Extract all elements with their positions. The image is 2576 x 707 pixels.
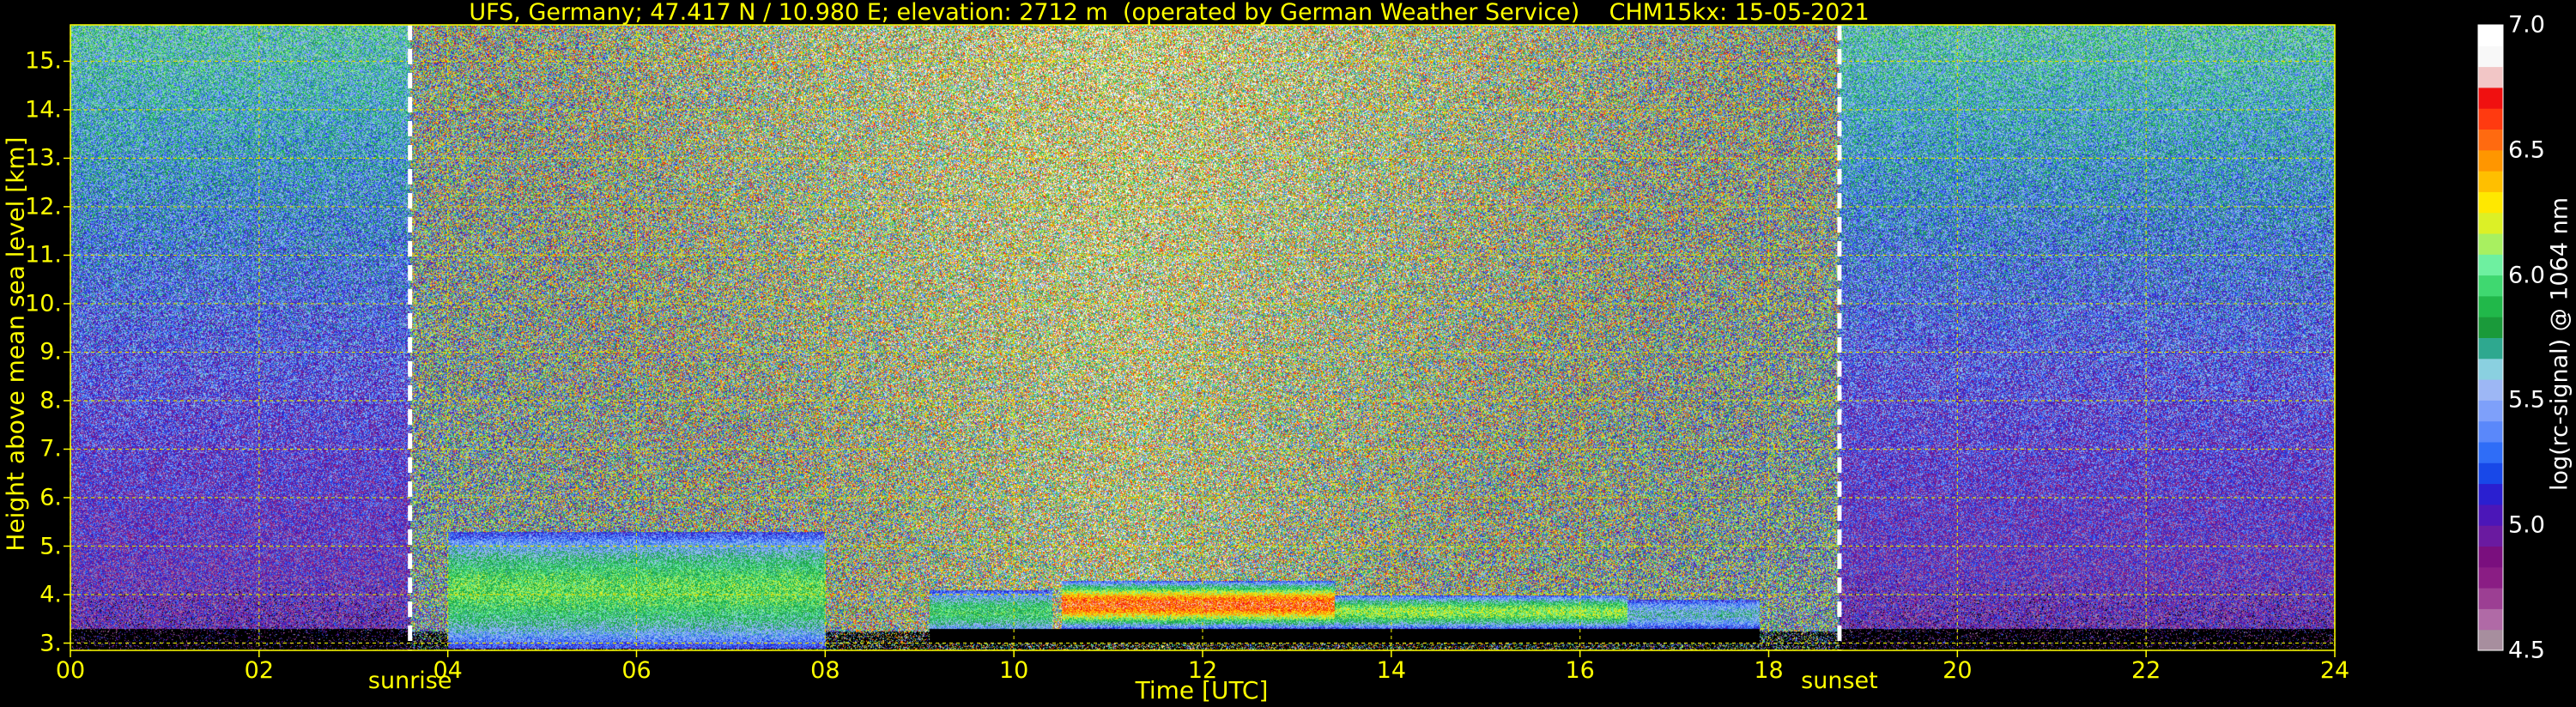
colorbar-segment xyxy=(2478,254,2503,276)
colorbar-label: log(rc-signal) @ 1064 nm xyxy=(2546,196,2573,492)
colorbar-segment xyxy=(2478,171,2503,192)
y-tick-label: 6. xyxy=(39,484,62,511)
colorbar-segment xyxy=(2478,608,2503,631)
y-tick-label: 9. xyxy=(39,338,62,366)
y-tick-label: 14. xyxy=(25,96,62,124)
colorbar-tick-label: 5.0 xyxy=(2508,511,2545,539)
colorbar-segment xyxy=(2478,129,2503,151)
y-tick-label: 8. xyxy=(39,387,62,414)
colorbar-segment xyxy=(2478,525,2503,547)
y-tick-label: 3. xyxy=(39,630,62,657)
colorbar-segment xyxy=(2478,400,2503,422)
colorbar-tick-label: 5.5 xyxy=(2508,386,2545,414)
colorbar-segment xyxy=(2478,546,2503,568)
x-tick-label: 24 xyxy=(2319,657,2350,684)
y-tick-label: 13. xyxy=(25,144,62,172)
colorbar-segment xyxy=(2478,295,2503,317)
colorbar-segment xyxy=(2478,108,2503,130)
colorbar-segment xyxy=(2478,337,2503,360)
y-tick-label: 5. xyxy=(39,533,62,559)
x-tick-label: 02 xyxy=(244,657,275,684)
colorbar-segment xyxy=(2478,212,2503,234)
ceilometer-figure: UFS, Germany; 47.417 N / 10.980 E; eleva… xyxy=(0,0,2576,707)
y-tick-label: 12. xyxy=(25,193,62,221)
colorbar-segment xyxy=(2478,462,2503,485)
colorbar-segment xyxy=(2478,379,2503,401)
overlay-svg xyxy=(64,24,2504,657)
colorbar-segment xyxy=(2478,566,2503,589)
y-tick-label: 15. xyxy=(25,47,62,75)
sunset-label: sunset xyxy=(1801,668,1878,694)
colorbar-segment xyxy=(2478,149,2503,172)
x-tick-label: 14 xyxy=(1376,657,1407,684)
y-tick-label: 7. xyxy=(39,435,62,462)
colorbar-segment xyxy=(2478,191,2503,214)
colorbar-segment xyxy=(2478,629,2503,651)
x-tick-label: 18 xyxy=(1754,657,1784,684)
y-tick-label: 11. xyxy=(25,241,62,269)
y-tick-label: 10. xyxy=(25,290,62,317)
x-tick-label: 12 xyxy=(1187,657,1218,684)
colorbar-segment xyxy=(2478,66,2503,88)
y-tick-label: 4. xyxy=(39,581,62,608)
colorbar-segment xyxy=(2478,87,2503,109)
colorbar-segment xyxy=(2478,504,2503,526)
x-tick-label: 06 xyxy=(621,657,652,684)
colorbar-tick-label: 4.5 xyxy=(2508,637,2545,664)
x-tick-label: 10 xyxy=(998,657,1029,684)
colorbar-segment xyxy=(2478,275,2503,297)
colorbar-segment xyxy=(2478,25,2503,46)
colorbar-tick-label: 6.0 xyxy=(2508,262,2545,289)
colorbar-segment xyxy=(2478,45,2503,68)
x-tick-label: 22 xyxy=(2131,657,2161,684)
colorbar-segment xyxy=(2478,483,2503,505)
colorbar-tick-label: 6.5 xyxy=(2508,136,2545,164)
colorbar-tick-label: 7.0 xyxy=(2508,11,2545,39)
colorbar-segment xyxy=(2478,317,2503,338)
colorbar-segment xyxy=(2478,358,2503,380)
x-tick-label: 08 xyxy=(810,657,840,684)
colorbar-segment xyxy=(2478,233,2503,255)
x-tick-label: 16 xyxy=(1565,657,1595,684)
colorbar-segment xyxy=(2478,588,2503,609)
x-tick-label: 00 xyxy=(55,657,86,684)
colorbar-segment xyxy=(2478,420,2503,443)
x-tick-label: 20 xyxy=(1943,657,1973,684)
sunrise-label: sunrise xyxy=(367,668,452,694)
colorbar-segment xyxy=(2478,442,2503,463)
